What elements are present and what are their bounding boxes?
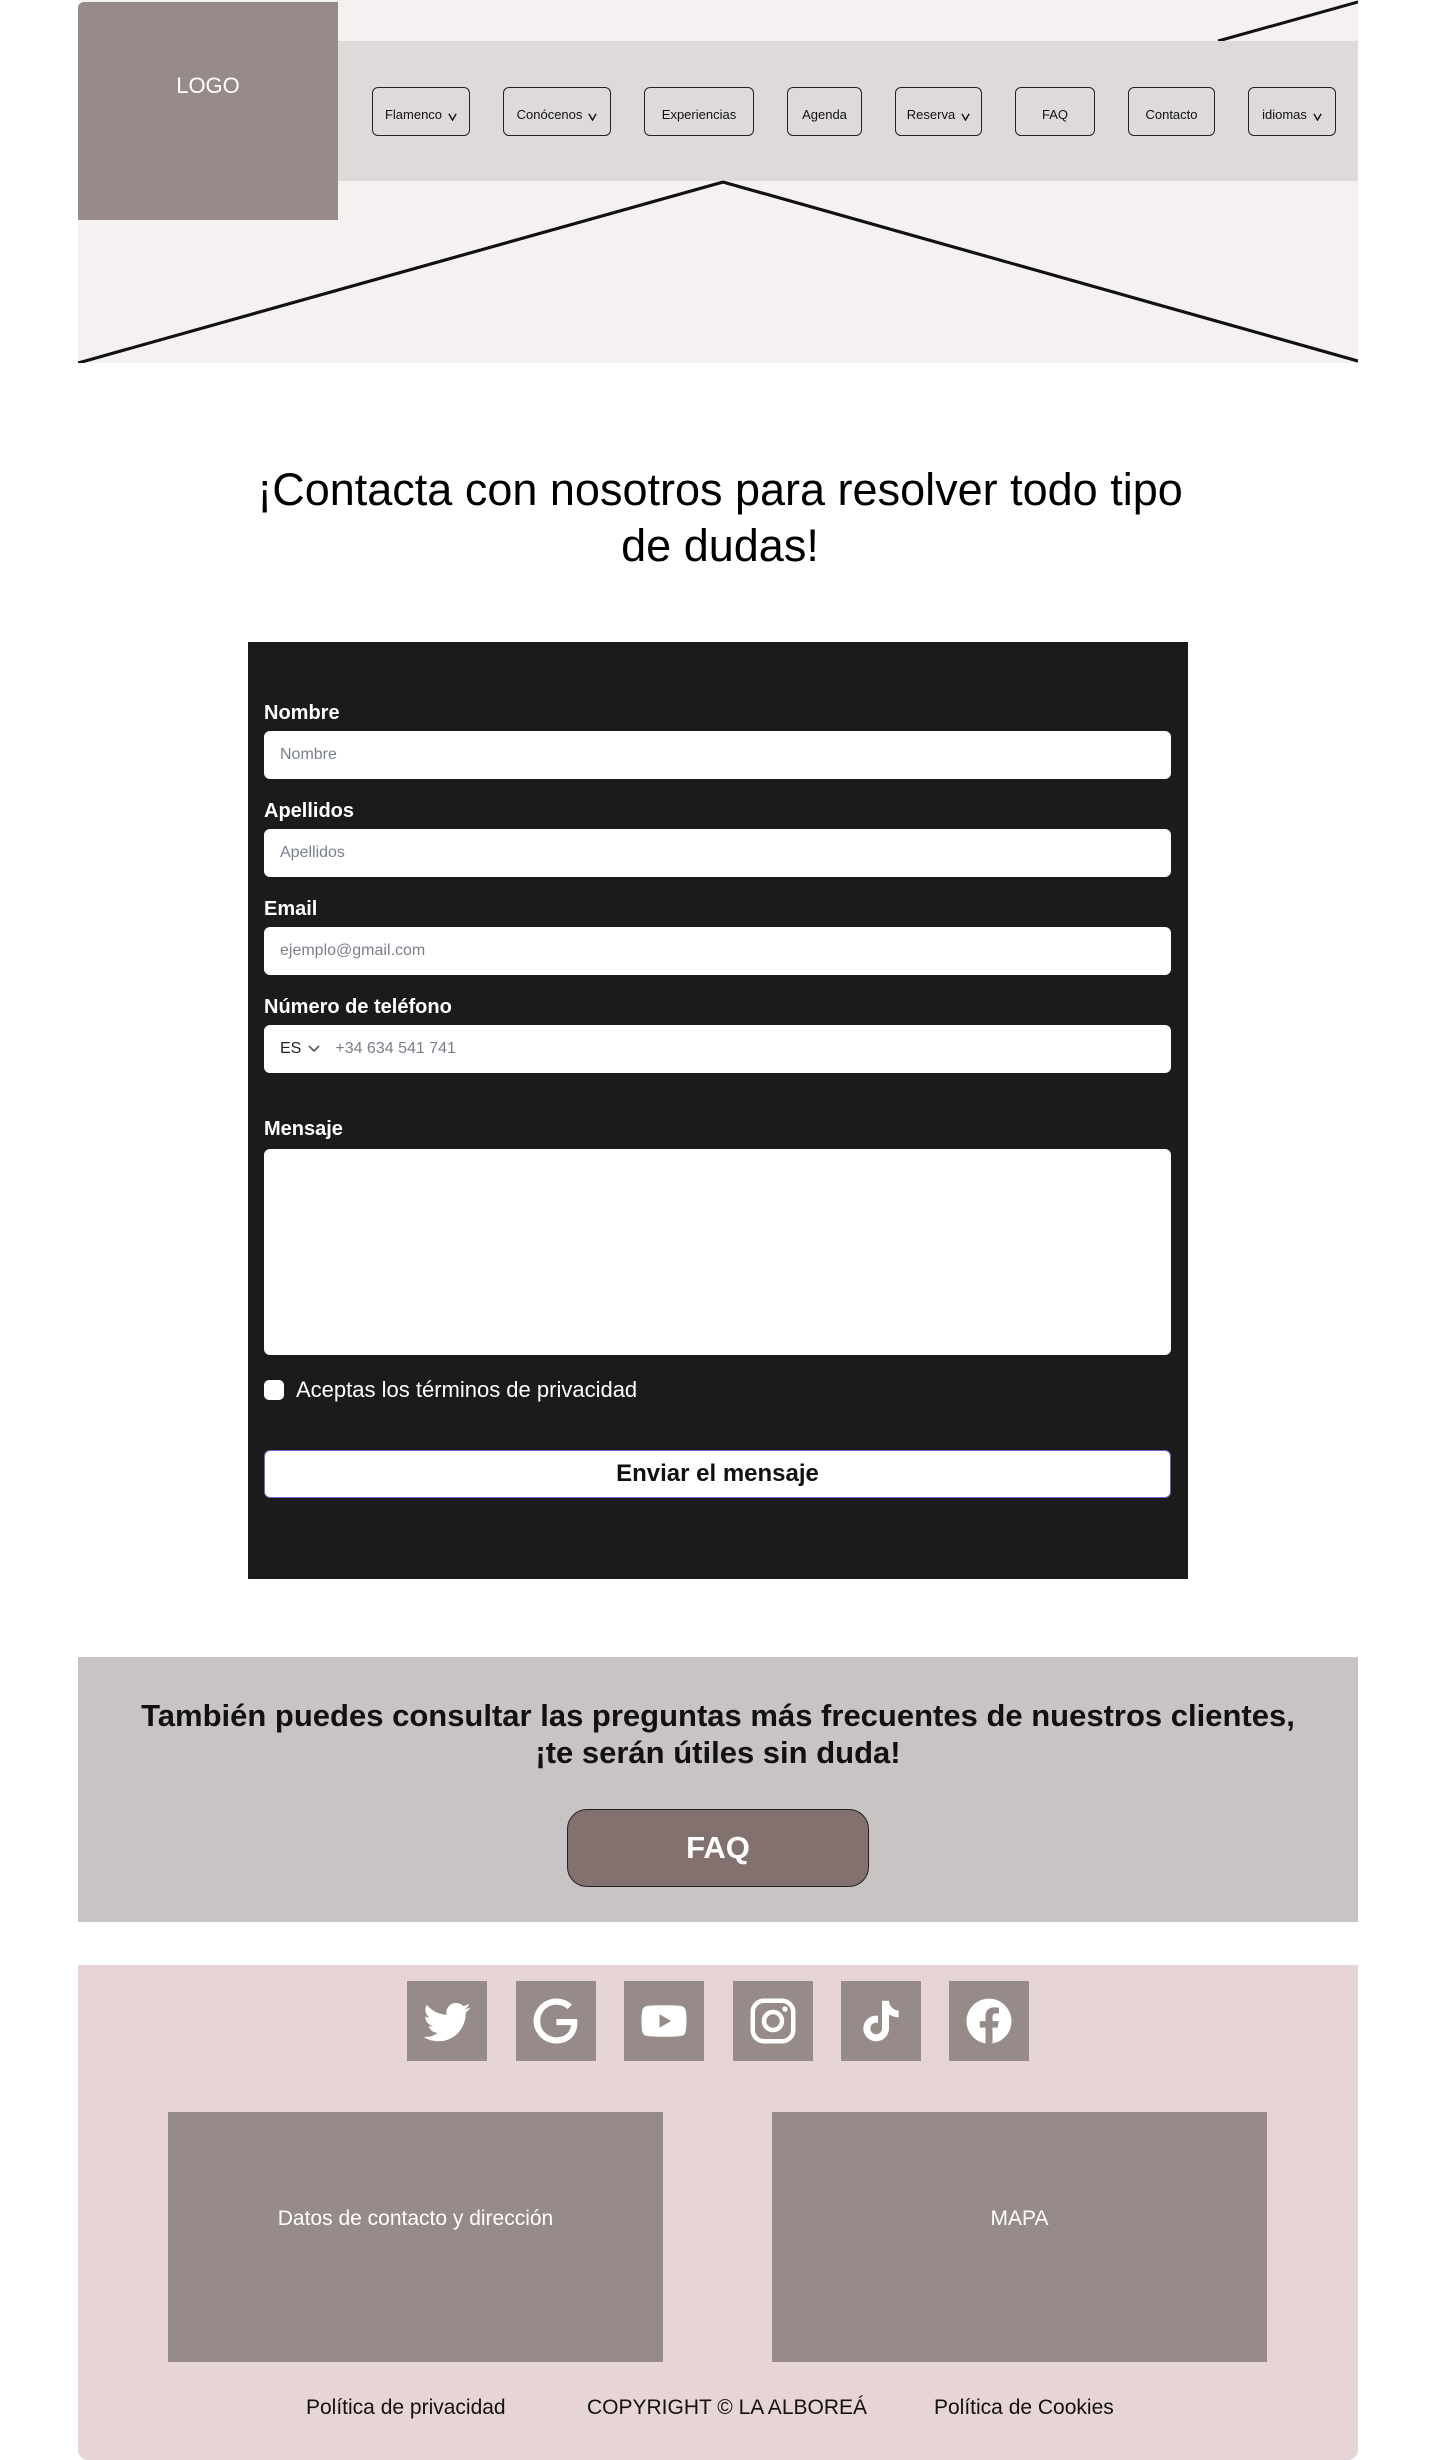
google-icon[interactable] (516, 1981, 596, 2061)
contact-info-text: Datos de contacto y dirección (277, 2207, 554, 2230)
cookies-policy-link[interactable]: Política de Cookies (934, 2396, 1114, 2420)
twitter-glyph (423, 2003, 471, 2042)
chevron-down-icon[interactable] (307, 1042, 321, 1056)
google-glyph (533, 1998, 578, 2044)
tiktok-icon[interactable] (841, 1981, 921, 2061)
nombre-field[interactable]: Nombre (264, 731, 1171, 779)
nav-item-contacto[interactable]: Contacto (1128, 87, 1215, 136)
country-code-select[interactable]: ES (280, 1040, 301, 1058)
privacy-checkbox[interactable] (264, 1380, 284, 1400)
telefono-label: Número de teléfono (264, 996, 452, 1018)
mensaje-label: Mensaje (264, 1118, 343, 1140)
youtube-glyph (641, 2005, 687, 2037)
logo[interactable]: LOGO (78, 2, 338, 220)
chevron-down-icon (448, 113, 457, 121)
instagram-icon[interactable] (733, 1981, 813, 2061)
logo-text: LOGO (176, 73, 240, 98)
privacy-policy-link[interactable]: Política de privacidad (306, 2396, 506, 2420)
contact-form: Nombre Nombre Apellidos Apellidos Email … (248, 642, 1188, 1579)
nombre-label: Nombre (264, 702, 340, 724)
page-title: ¡Contacta con nosotros para resolver tod… (257, 464, 1183, 571)
privacy-label: Aceptas los términos de privacidad (296, 1377, 638, 1402)
faq-button[interactable]: FAQ (567, 1809, 869, 1887)
chevron-down-icon (588, 113, 598, 121)
nav-item-faq[interactable]: FAQ (1015, 87, 1095, 136)
facebook-icon[interactable] (949, 1981, 1029, 2061)
apellidos-label: Apellidos (264, 800, 355, 822)
youtube-icon[interactable] (624, 1981, 704, 2061)
chevron-down-icon (961, 113, 970, 121)
chevron-down-icon (1313, 113, 1322, 121)
instagram-glyph (750, 1998, 796, 2044)
contact-info-box: Datos de contacto y dirección (168, 2112, 663, 2362)
copyright-text: COPYRIGHT © LA ALBOREÁ (587, 2396, 868, 2419)
map-text: MAPA (990, 2207, 1049, 2230)
nombre-placeholder: Nombre (280, 746, 337, 763)
apellidos-placeholder: Apellidos (280, 844, 345, 861)
nav-item-agenda[interactable]: Agenda (787, 87, 862, 136)
map-box[interactable]: MAPA (772, 2112, 1267, 2362)
email-field[interactable]: ejemplo@gmail.com (264, 927, 1171, 975)
apellidos-field[interactable]: Apellidos (264, 829, 1171, 877)
mensaje-textarea[interactable] (264, 1149, 1171, 1355)
nav-label: Flamenco (384, 107, 443, 122)
nav-label: Conócenos (516, 107, 583, 122)
nav-item-conocenos[interactable]: Conócenos (503, 87, 611, 136)
nav-label: Agenda (802, 107, 847, 122)
nav-label: idiomas (1262, 107, 1307, 122)
submit-button[interactable]: Enviar el mensaje (264, 1450, 1171, 1498)
twitter-icon[interactable] (407, 1981, 487, 2061)
hero-header: LOGO Flamenco Conócenos Experiencias Age… (78, 0, 1358, 363)
email-label: Email (264, 898, 318, 920)
nav-item-idiomas[interactable]: idiomas (1248, 87, 1336, 136)
nav-label: Experiencias (661, 107, 737, 122)
email-placeholder: ejemplo@gmail.com (280, 942, 426, 959)
telefono-field[interactable]: ES +34 634 541 741 (264, 1025, 1171, 1073)
nav-item-reserva[interactable]: Reserva (895, 87, 982, 136)
faq-section: También puedes consultar las preguntas m… (78, 1657, 1358, 1922)
nav-label: Reserva (906, 107, 956, 122)
nav-label: Contacto (1145, 107, 1198, 122)
footer: Datos de contacto y dirección MAPA Polít… (78, 1965, 1358, 2460)
nav-item-experiencias[interactable]: Experiencias (644, 87, 754, 136)
faq-text: También puedes consultar las preguntas m… (141, 1698, 1295, 1770)
nav-item-flamenco[interactable]: Flamenco (372, 87, 470, 136)
facebook-glyph (966, 1998, 1012, 2044)
telefono-placeholder: +34 634 541 741 (335, 1040, 456, 1057)
nav-label: FAQ (1041, 107, 1068, 122)
tiktok-glyph (863, 2000, 899, 2042)
